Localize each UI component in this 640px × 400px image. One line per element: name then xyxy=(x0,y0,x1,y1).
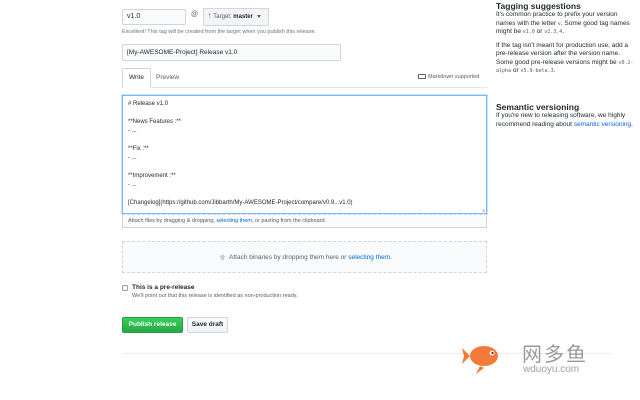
at-symbol: @ xyxy=(191,11,199,18)
tagging-paragraph-1: It's common practice to prefix your vers… xyxy=(496,11,636,37)
publish-release-button[interactable]: Publish release xyxy=(122,317,183,333)
tag-hint: Excellent! This tag will be created from… xyxy=(122,29,317,35)
attach-files-suffix: , or pasting from the clipboard. xyxy=(251,218,327,224)
text: or xyxy=(534,28,545,35)
fish-logo-icon xyxy=(462,346,498,374)
editor-line: **News Features :** xyxy=(128,119,182,125)
code-v1: v1.0 xyxy=(522,29,535,35)
branch-icon: ᛉ xyxy=(208,14,212,20)
markdown-supported-label: Markdown supported xyxy=(428,74,480,80)
tab-preview[interactable]: Preview xyxy=(156,74,179,81)
prerelease-note: We'll point out that this release is ide… xyxy=(132,293,298,299)
code-beta: v5.9-beta.3 xyxy=(520,68,554,74)
tagging-suggestions-title: Tagging suggestions xyxy=(496,1,581,11)
target-branch-value: master xyxy=(233,14,253,20)
binaries-suffix: . xyxy=(390,254,392,261)
semantic-versioning-link[interactable]: semantic versioning xyxy=(574,121,631,128)
tag-version-input[interactable]: v1.0 xyxy=(122,9,186,25)
target-label: Target: xyxy=(213,14,232,20)
markdown-supported-link[interactable]: Markdown supported xyxy=(418,74,479,80)
editor-line: - ... xyxy=(128,155,137,161)
editor-line: - ... xyxy=(128,182,137,188)
save-draft-button[interactable]: Save draft xyxy=(187,317,228,333)
attach-files-bar[interactable]: Attach files by dragging & dropping, sel… xyxy=(122,214,487,228)
upload-arrow-icon xyxy=(219,254,227,261)
attach-files-prefix: Attach files by dragging & dropping, xyxy=(128,218,217,224)
editor-line: **Fix :** xyxy=(128,146,149,152)
semver-paragraph: If you're new to releasing software, we … xyxy=(496,112,636,129)
text: . xyxy=(553,67,556,74)
target-branch-dropdown[interactable]: ᛉ Target: master xyxy=(203,8,269,26)
semantic-versioning-title: Semantic versioning xyxy=(496,102,580,112)
release-title-input[interactable]: [My-AWESOME-Project] Release v1.0 xyxy=(122,44,341,61)
watermark-brand-cn: 网多鱼 xyxy=(522,342,588,366)
binaries-prefix: Attach binaries by dropping them here or xyxy=(229,254,349,261)
binaries-dropzone[interactable]: Attach binaries by dropping them here or… xyxy=(122,241,487,273)
tabs-divider xyxy=(122,87,487,88)
release-notes-textarea[interactable]: # Release v1.0 **News Features :** - ...… xyxy=(122,95,487,214)
text: . xyxy=(562,28,565,35)
markdown-icon xyxy=(418,74,426,80)
chevron-down-icon xyxy=(256,14,261,18)
binaries-select-link[interactable]: selecting them xyxy=(348,254,390,261)
editor-line: # Release v1.0 xyxy=(128,101,169,107)
tagging-paragraph-2: If the tag isn't meant for production us… xyxy=(496,42,636,76)
tab-write[interactable]: Write xyxy=(122,68,151,88)
attach-files-select-link[interactable]: selecting them xyxy=(216,218,251,224)
code-v234: v2.3.4 xyxy=(544,29,563,35)
text: If the tag isn't meant for production us… xyxy=(496,41,629,66)
editor-line: **Improvement :** xyxy=(128,173,176,179)
prerelease-checkbox[interactable] xyxy=(122,285,128,291)
text: . xyxy=(631,120,633,128)
tagging-suggestions-panel: Tagging suggestions It's common practice… xyxy=(496,1,636,76)
binaries-text: Attach binaries by dropping them here or… xyxy=(123,254,488,261)
prerelease-label[interactable]: This is a pre-release xyxy=(132,284,195,291)
editor-line: - ... xyxy=(128,128,137,134)
watermark-url: wduoyu.com xyxy=(523,364,580,375)
semantic-versioning-panel: Semantic versioning If you're new to rel… xyxy=(496,102,636,129)
editor-line: [Changelog](https://github.com/Jibbarth/… xyxy=(128,200,353,206)
